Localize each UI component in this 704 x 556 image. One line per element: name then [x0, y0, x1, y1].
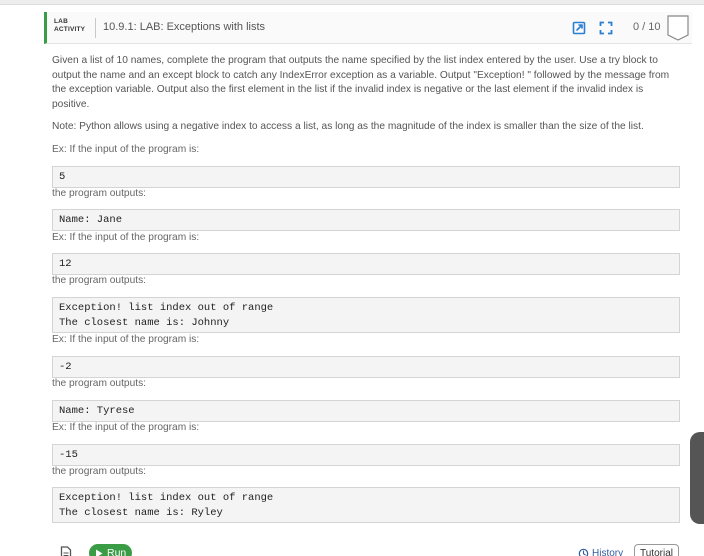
header-separator [95, 18, 96, 38]
example-output-label: the program outputs: [52, 466, 147, 477]
description-paragraph: Given a list of 10 names, complete the p… [52, 55, 670, 110]
lab-title: 10.9.1: LAB: Exceptions with lists [103, 21, 266, 33]
example-output-label: the program outputs: [52, 275, 147, 286]
example-output-label: the program outputs: [52, 378, 147, 389]
example-input-label: Ex: If the input of the program is: [52, 232, 200, 243]
file-icon [60, 546, 72, 556]
example-input-box: 5 [52, 166, 680, 188]
example-input-box: -15 [52, 444, 680, 466]
note-paragraph: Note: Python allows using a negative ind… [52, 121, 644, 132]
lab-header: LAB ACTIVITY 10.9.1: LAB: Exceptions wit… [44, 12, 692, 44]
example-input-label: Ex: If the input of the program is: [52, 144, 200, 155]
score-text: 0 / 10 [633, 21, 661, 33]
top-divider [0, 0, 704, 5]
history-label: History [592, 547, 624, 556]
example-input-label: Ex: If the input of the program is: [52, 422, 200, 433]
example-output-box: Name: Jane [52, 209, 680, 231]
tag-line-1: LAB [54, 18, 68, 25]
tutorial-label: Tutorial [640, 547, 673, 556]
example-output-box: Name: Tyrese [52, 400, 680, 422]
lab-footer: Run History Tutorial [44, 534, 694, 556]
open-new-window-button[interactable] [571, 20, 587, 36]
history-icon [578, 548, 589, 556]
play-icon [96, 549, 103, 556]
lab-activity-card: LAB ACTIVITY 10.9.1: LAB: Exceptions wit… [44, 10, 694, 556]
fullscreen-button[interactable] [598, 20, 614, 36]
example-output-label: the program outputs: [52, 188, 147, 199]
example-output-box: Exception! list index out of range The c… [52, 297, 680, 333]
run-label: Run [107, 547, 127, 556]
example-input-box: -2 [52, 356, 680, 378]
external-link-icon [572, 21, 586, 35]
run-button[interactable]: Run [89, 544, 133, 556]
example-input-label: Ex: If the input of the program is: [52, 334, 200, 345]
file-button[interactable] [60, 546, 72, 556]
history-button[interactable]: History [578, 544, 623, 556]
tag-line-2: ACTIVITY [54, 26, 86, 33]
side-panel-tab[interactable] [690, 432, 704, 524]
lab-description: Given a list of 10 names, complete the p… [52, 54, 680, 135]
example-input-box: 12 [52, 253, 680, 275]
lab-activity-tag: LAB ACTIVITY [54, 18, 85, 34]
completion-badge-icon [667, 15, 689, 41]
fullscreen-icon [599, 21, 613, 35]
example-output-box: Exception! list index out of range The c… [52, 487, 680, 523]
tutorial-button[interactable]: Tutorial [634, 544, 679, 556]
